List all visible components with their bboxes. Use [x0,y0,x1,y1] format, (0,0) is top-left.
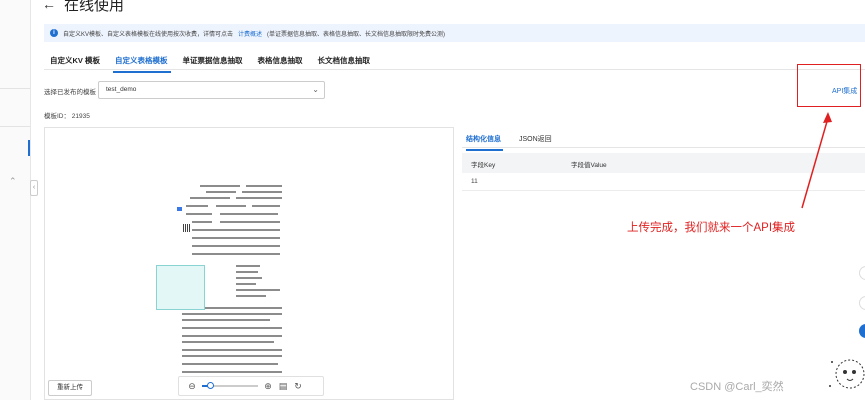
sidebar-divider [0,126,30,127]
page-header: ← 在线使用 [42,0,124,14]
fit-page-icon[interactable]: ▤ [278,381,288,392]
doc-text-line [182,355,282,357]
doc-text-line [236,277,262,279]
doc-text-line [182,313,282,315]
doc-text-line [192,237,280,239]
zoom-in-icon[interactable]: ⊕ [263,381,273,392]
recognized-region-highlight[interactable] [156,265,205,310]
doc-text-line [220,213,278,215]
sidebar-active-indicator [28,140,30,156]
doc-text-line [182,341,274,343]
doc-text-line [182,363,278,365]
left-sidebar: ⌃ [0,0,31,400]
doc-text-line [192,221,212,223]
table-cell-key: 11 [471,178,478,185]
billing-overview-link[interactable]: 计费概述 [238,29,262,38]
template-select[interactable]: test_demo ⌄ [98,81,325,99]
doc-logo [177,207,182,211]
chevron-down-icon: ⌄ [312,85,319,94]
doc-text-line [236,265,260,267]
doc-text-line [236,295,266,297]
floating-help-button[interactable] [859,324,865,338]
info-banner: i 自定义KV模板、自定义表格模板在线使用按次收费，详情可点击 计费概述 (单证… [44,24,865,42]
doc-text-line [190,197,230,199]
page-title: 在线使用 [64,0,125,14]
doc-qr-code [183,224,191,232]
column-header-key: 字段Key [471,162,496,169]
tabs-divider [44,69,865,70]
doc-text-line [236,283,256,285]
tab-json-response[interactable]: JSON返回 [519,132,560,151]
zoom-out-icon[interactable]: ⊖ [187,381,197,392]
doc-text-line [182,349,282,351]
doc-text-line [182,371,282,373]
doc-text-line [182,319,270,321]
info-icon: i [50,29,58,37]
doc-text-line [206,191,236,193]
doc-text-line [252,205,280,207]
doc-text-line [192,229,280,231]
doc-text-line [216,205,246,207]
doc-text-line [200,185,240,187]
annotation-text: 上传完成，我们就来一个API集成 [627,222,796,234]
zoom-slider[interactable] [202,382,258,389]
mascot-illustration [829,359,865,389]
doc-text-line [182,327,282,329]
doc-text-line [242,191,282,193]
doc-text-line [236,271,258,273]
doc-text-line [186,213,212,215]
sidebar-collapse-button[interactable]: ‹ [30,180,38,196]
chevron-up-icon[interactable]: ⌃ [9,176,17,187]
rotate-icon[interactable]: ↻ [293,381,303,392]
template-select-value: test_demo [106,86,137,93]
info-suffix: (单证票据信息抽取、表格信息抽取、长文档信息抽取限时免费公测) [267,31,446,38]
tab-structured-info[interactable]: 结构化信息 [466,132,509,151]
annotation-arrow [801,112,832,209]
floating-tool-button[interactable] [859,296,865,310]
floating-tool-button[interactable] [859,266,865,280]
zoom-slider-thumb[interactable] [207,382,214,389]
doc-text-line [246,185,282,187]
reupload-button[interactable]: 重新上传 [48,380,92,396]
doc-text-line [182,335,282,337]
arrow-left-icon[interactable]: ← [42,0,56,12]
template-id: 模板ID： 21935 [44,113,90,120]
info-text: 自定义KV模板、自定义表格模板在线使用按次收费，详情可点击 [63,31,234,38]
doc-text-line [186,205,208,207]
doc-text-line [236,197,282,199]
doc-text-line [192,253,280,255]
template-select-label: 选择已发布的模板 [44,89,96,96]
annotation-highlight-box [797,64,861,107]
sidebar-divider [0,88,30,89]
doc-text-line [220,221,280,223]
watermark: CSDN @Carl_奕然 [690,381,784,393]
doc-text-line [192,245,280,247]
column-header-value: 字段值Value [571,162,607,169]
doc-text-line [236,289,280,291]
zoom-toolbar: ⊖ ⊕ ▤ ↻ [178,376,324,396]
result-tabs: 结构化信息 JSON返回 [466,132,570,151]
